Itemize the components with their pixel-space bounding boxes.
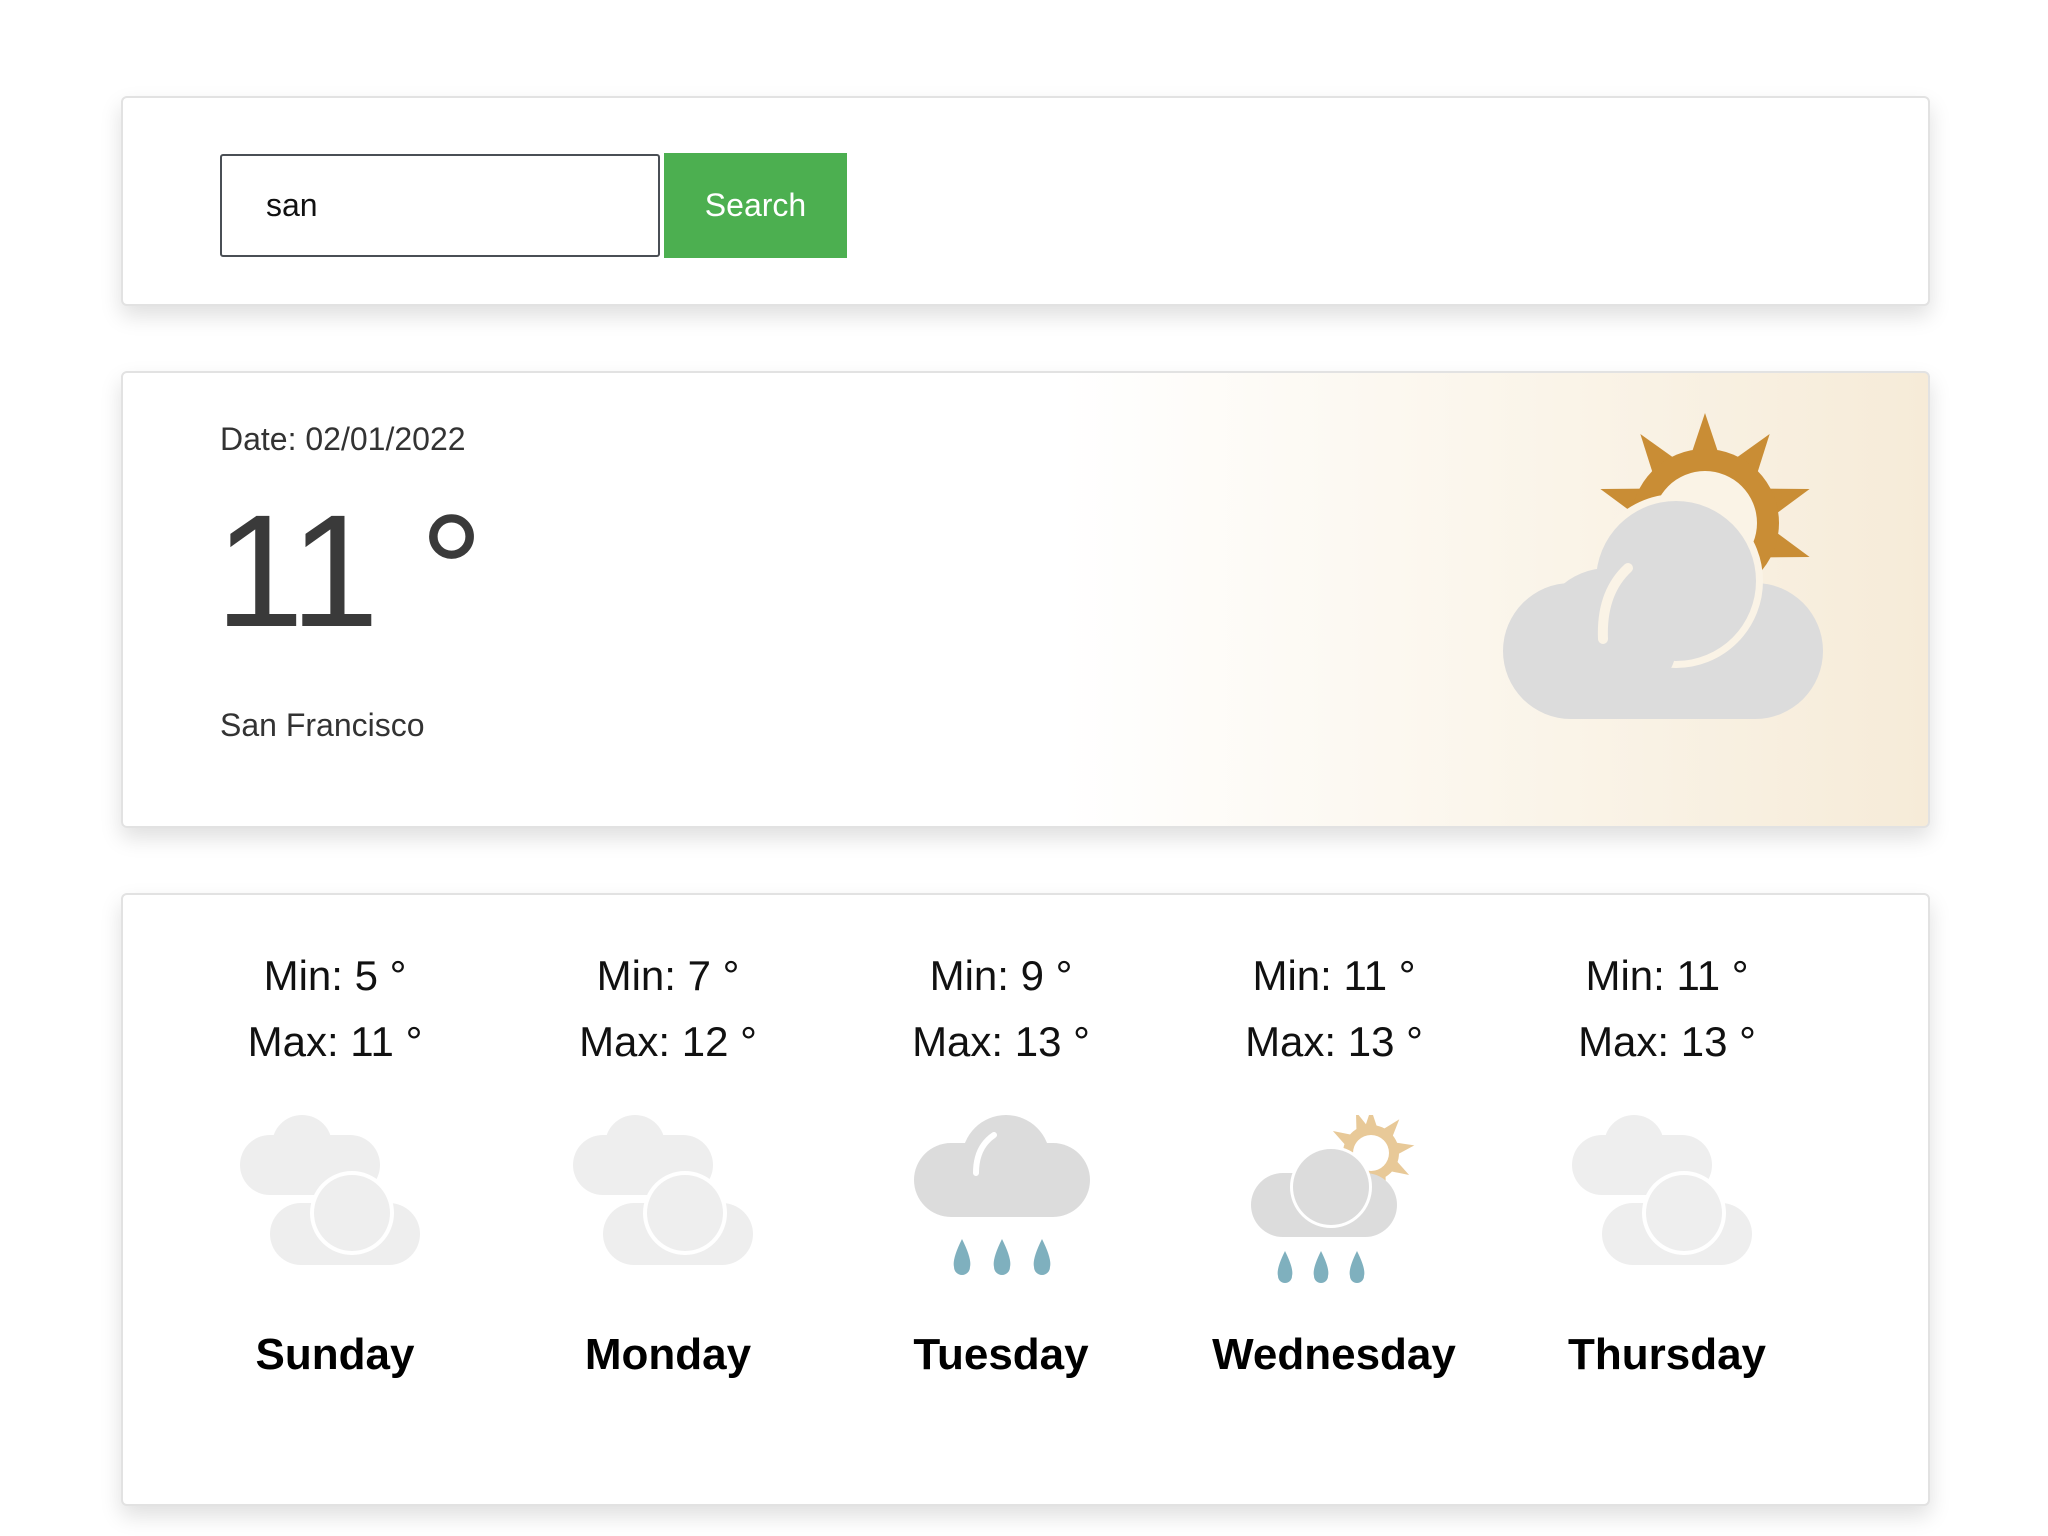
day-name: Wednesday xyxy=(1212,1330,1456,1379)
current-weather-card: Date: 02/01/2022 11 ° San Francisco xyxy=(121,371,1930,828)
forecast-day: Min: 5 ° Max: 11 ° Sunday xyxy=(169,943,501,1380)
search-button[interactable]: Search xyxy=(664,153,847,258)
day-name: Tuesday xyxy=(913,1330,1089,1379)
day-name: Thursday xyxy=(1567,1330,1767,1379)
current-date: Date: 02/01/2022 xyxy=(220,421,466,457)
clouds-icon xyxy=(573,1115,753,1265)
rain-cloud-icon xyxy=(914,1115,1090,1275)
forecast-day: Min: 9 ° Max: 13 ° Tuesday xyxy=(835,943,1167,1380)
day-name: Monday xyxy=(584,1330,752,1379)
forecast-card: Min: 5 ° Max: 11 ° Sunday Min: 7 ° Max: … xyxy=(121,893,1930,1506)
search-card: Search xyxy=(121,96,1930,306)
max-temperature: Max: 13 ° xyxy=(1578,1018,1756,1065)
current-temperature: 11 ° xyxy=(215,481,484,660)
clouds-icon xyxy=(240,1115,420,1265)
day-name: Sunday xyxy=(255,1330,415,1379)
min-temperature: Min: 9 ° xyxy=(929,952,1073,999)
current-city: San Francisco xyxy=(220,707,425,743)
min-temperature: Min: 11 ° xyxy=(1585,952,1749,999)
search-input[interactable] xyxy=(220,154,660,257)
max-temperature: Max: 12 ° xyxy=(579,1018,757,1065)
max-temperature: Max: 13 ° xyxy=(912,1018,1090,1065)
sun-rain-cloud-icon xyxy=(1251,1115,1416,1283)
min-temperature: Min: 7 ° xyxy=(596,952,740,999)
max-temperature: Max: 11 ° xyxy=(247,1018,423,1065)
forecast-day: Min: 11 ° Max: 13 ° Thursday xyxy=(1501,943,1833,1380)
forecast-day: Min: 11 ° Max: 13 ° Wednesday xyxy=(1168,943,1500,1380)
min-temperature: Min: 5 ° xyxy=(263,952,407,999)
min-temperature: Min: 11 ° xyxy=(1252,952,1416,999)
max-temperature: Max: 13 ° xyxy=(1245,1018,1423,1065)
clouds-icon xyxy=(1572,1115,1752,1265)
partly-cloudy-sun-icon xyxy=(1503,413,1823,719)
forecast-day: Min: 7 ° Max: 12 ° Monday xyxy=(502,943,834,1380)
